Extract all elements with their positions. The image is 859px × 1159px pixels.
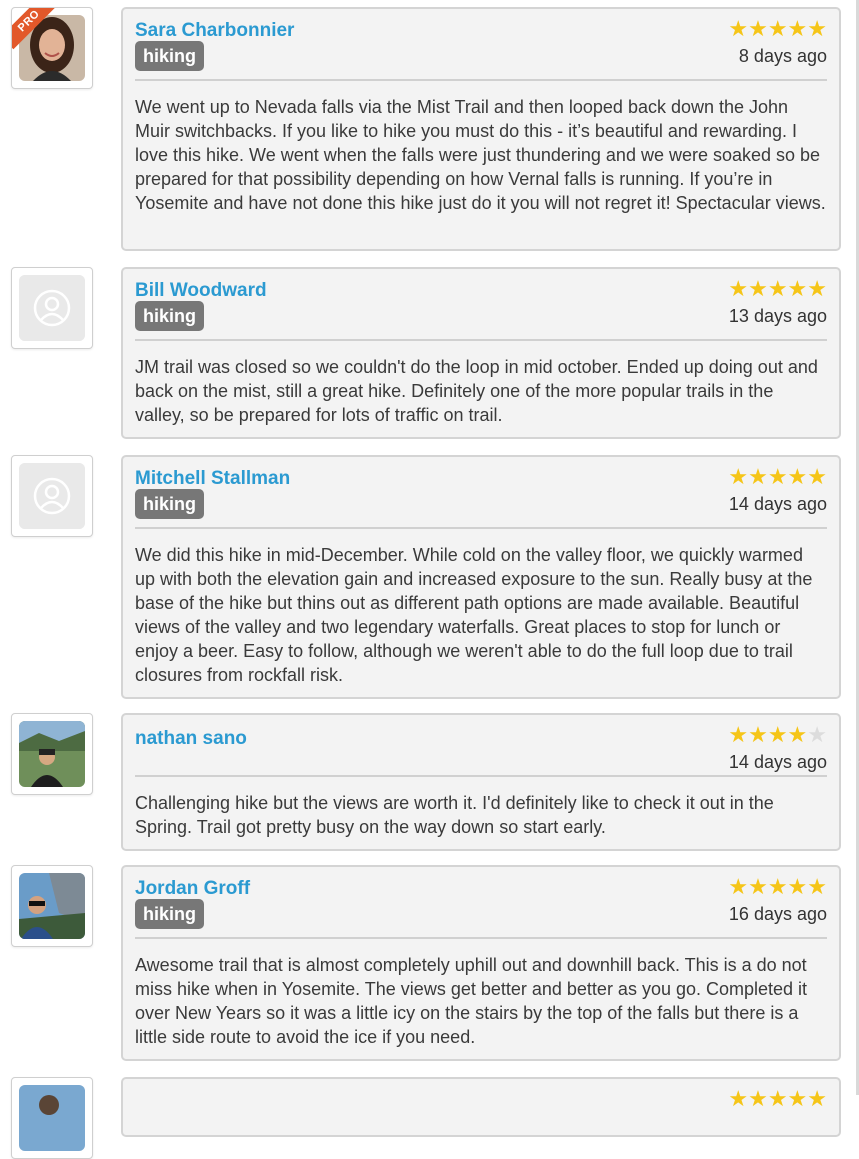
avatar-photo <box>19 873 85 939</box>
review-date: 14 days ago <box>728 752 827 772</box>
review-text: We went up to Nevada falls via the Mist … <box>135 97 826 213</box>
reviewer-name-link[interactable]: Mitchell Stallman <box>135 468 290 490</box>
reviewer-name-link[interactable]: nathan sano <box>135 728 247 750</box>
review-card: Jordan Groff hiking ★★★★★ 16 days ago Aw… <box>121 865 841 1061</box>
activity-badge: hiking <box>135 489 204 519</box>
avatar-photo <box>19 721 85 787</box>
star-empty-icons: ★ <box>807 722 827 747</box>
avatar[interactable] <box>11 267 93 349</box>
avatar[interactable] <box>11 865 93 947</box>
reviewer-name-link[interactable]: Jordan Groff <box>135 878 250 900</box>
review-text: JM trail was closed so we couldn't do th… <box>135 357 818 425</box>
review-date: 8 days ago <box>738 46 827 66</box>
divider <box>135 79 827 81</box>
review-card: Sara Charbonnier hiking ★★★★★ 8 days ago… <box>121 7 841 251</box>
reviewer-name-link[interactable]: Sara Charbonnier <box>135 20 294 42</box>
divider <box>135 775 827 777</box>
review-card: ★★★★★ <box>121 1077 841 1137</box>
review-text: Challenging hike but the views are worth… <box>135 793 774 837</box>
star-rating: ★★★★★ <box>728 1086 827 1112</box>
star-rating: ★★★★★ <box>728 874 827 900</box>
review-text: Awesome trail that is almost completely … <box>135 955 808 1047</box>
star-rating: ★★★★★ <box>728 722 827 748</box>
divider <box>135 527 827 529</box>
avatar[interactable] <box>11 1077 93 1159</box>
default-user-icon <box>19 275 85 341</box>
review-date: 13 days ago <box>728 306 827 326</box>
star-icons: ★★★★★ <box>728 1086 827 1111</box>
review-date: 16 days ago <box>728 904 827 924</box>
review-card: nathan sano ★★★★★ 14 days ago Challengin… <box>121 713 841 851</box>
avatar[interactable]: PRO <box>11 7 93 89</box>
star-icons: ★★★★ <box>728 722 808 747</box>
star-rating: ★★★★★ <box>728 276 827 302</box>
reviewer-name-link[interactable]: Bill Woodward <box>135 280 267 302</box>
star-rating: ★★★★★ <box>728 464 827 490</box>
review-card: Mitchell Stallman hiking ★★★★★ 14 days a… <box>121 455 841 699</box>
review-card: Bill Woodward hiking ★★★★★ 13 days ago J… <box>121 267 841 439</box>
avatar[interactable] <box>11 713 93 795</box>
star-icons: ★★★★★ <box>728 16 827 41</box>
avatar[interactable] <box>11 455 93 537</box>
review-date: 14 days ago <box>728 494 827 514</box>
divider <box>135 937 827 939</box>
review-text: We did this hike in mid-December. While … <box>135 545 813 685</box>
activity-badge: hiking <box>135 899 204 929</box>
activity-badge: hiking <box>135 301 204 331</box>
default-user-icon <box>19 463 85 529</box>
star-icons: ★★★★★ <box>728 874 827 899</box>
activity-badge: hiking <box>135 41 204 71</box>
star-rating: ★★★★★ <box>728 16 827 42</box>
divider <box>135 339 827 341</box>
star-icons: ★★★★★ <box>728 276 827 301</box>
star-icons: ★★★★★ <box>728 464 827 489</box>
